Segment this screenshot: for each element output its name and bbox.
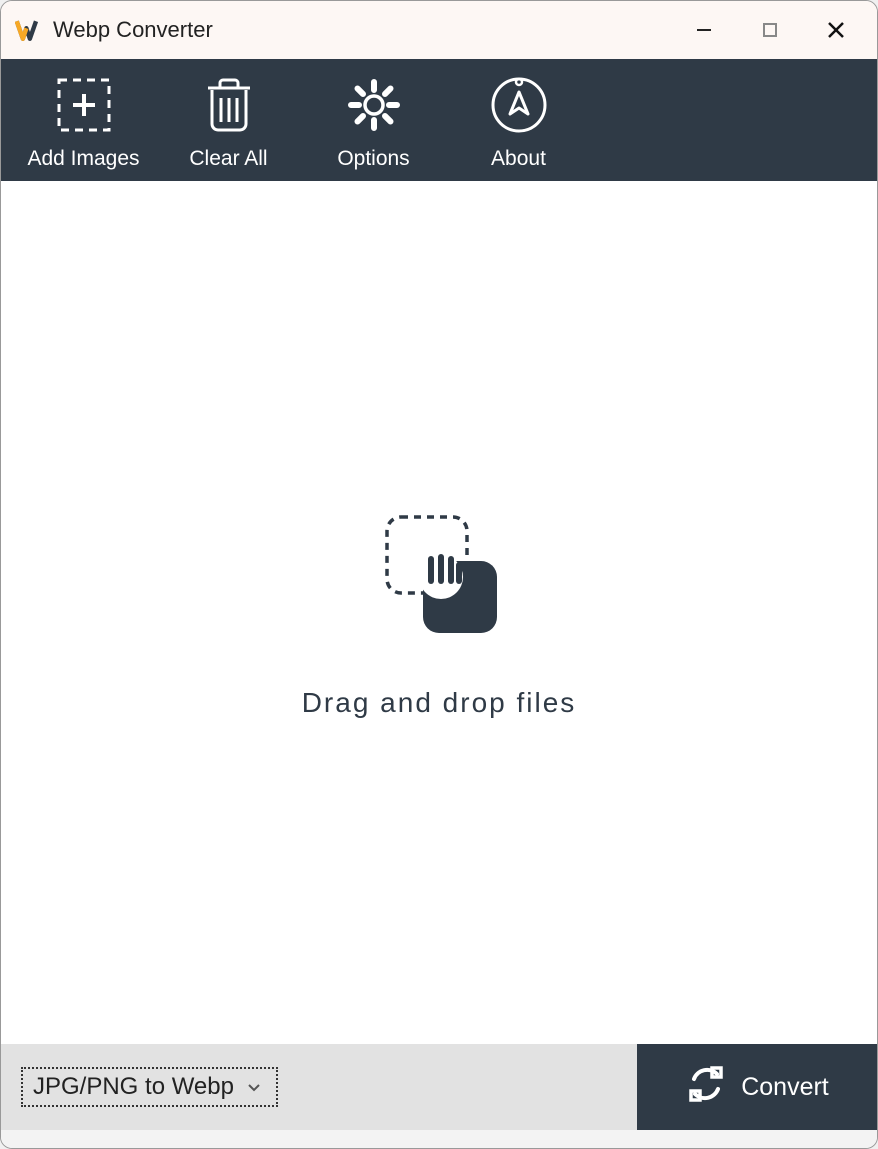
about-button[interactable]: About [446,73,591,171]
clear-all-button[interactable]: Clear All [156,73,301,171]
drop-zone-text: Drag and drop files [302,687,577,719]
close-button[interactable] [803,1,869,59]
clear-all-label: Clear All [189,147,267,171]
app-window: Webp Converter Add Images [0,0,878,1149]
options-label: Options [337,147,409,171]
add-images-label: Add Images [27,147,139,171]
format-select[interactable]: JPG/PNG to Webp [21,1067,278,1107]
minimize-button[interactable] [671,1,737,59]
footer: JPG/PNG to Webp Convert [1,1044,877,1130]
compass-icon [487,73,551,137]
drop-zone[interactable]: Drag and drop files [1,181,877,1044]
convert-icon [685,1063,727,1112]
toolbar: Add Images Clear All [1,59,877,181]
trash-icon [197,73,261,137]
gear-icon [342,73,406,137]
app-logo-icon [15,16,43,44]
about-label: About [491,147,546,171]
window-title: Webp Converter [53,17,213,43]
chevron-down-icon [248,1079,260,1095]
maximize-button[interactable] [737,1,803,59]
format-selected-value: JPG/PNG to Webp [33,1073,234,1101]
convert-label: Convert [741,1073,829,1102]
drag-drop-icon [369,507,509,647]
status-strip [1,1130,877,1148]
add-images-button[interactable]: Add Images [11,73,156,171]
footer-left: JPG/PNG to Webp [1,1044,637,1130]
titlebar: Webp Converter [1,1,877,59]
options-button[interactable]: Options [301,73,446,171]
convert-button[interactable]: Convert [637,1044,877,1130]
add-images-icon [52,73,116,137]
